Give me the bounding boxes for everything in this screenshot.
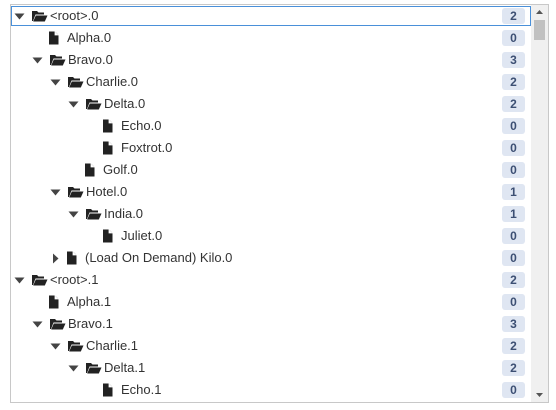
file-icon bbox=[100, 383, 117, 397]
tree-node[interactable]: India.0 1 bbox=[11, 203, 531, 225]
file-icon bbox=[100, 229, 117, 243]
tree-node-label[interactable]: Echo.0 bbox=[121, 118, 161, 134]
scrollbar-thumb[interactable] bbox=[534, 20, 545, 40]
child-count-badge: 3 bbox=[502, 316, 525, 332]
folder-open-icon bbox=[31, 9, 48, 23]
caret-down-icon[interactable] bbox=[50, 340, 61, 351]
tree-node-label[interactable]: India.0 bbox=[104, 206, 143, 222]
caret-down-icon[interactable] bbox=[50, 76, 61, 87]
child-count-badge: 1 bbox=[502, 206, 525, 222]
caret-down-icon[interactable] bbox=[14, 10, 25, 21]
file-icon bbox=[82, 163, 99, 177]
file-icon bbox=[46, 295, 63, 309]
caret-down-icon[interactable] bbox=[68, 98, 79, 109]
child-count-badge: 0 bbox=[502, 228, 525, 244]
child-count-badge: 2 bbox=[502, 360, 525, 376]
child-count-badge: 2 bbox=[502, 272, 525, 288]
tree-node-label[interactable]: Alpha.1 bbox=[67, 294, 111, 310]
child-count-badge: 0 bbox=[502, 140, 525, 156]
tree-node-label[interactable]: <root>.1 bbox=[50, 272, 98, 288]
tree-node-label[interactable]: Delta.0 bbox=[104, 96, 145, 112]
tree-node[interactable]: <root>.1 2 bbox=[11, 269, 531, 291]
tree-node[interactable]: (Load On Demand) Kilo.0 0 bbox=[11, 247, 531, 269]
file-icon bbox=[100, 119, 117, 133]
scroll-down-arrow-icon[interactable] bbox=[531, 388, 548, 402]
tree-node-label[interactable]: <root>.0 bbox=[50, 8, 98, 24]
child-count-badge: 2 bbox=[502, 96, 525, 112]
caret-down-icon[interactable] bbox=[50, 186, 61, 197]
caret-down-icon[interactable] bbox=[14, 274, 25, 285]
child-count-badge: 3 bbox=[502, 52, 525, 68]
tree-node-label[interactable]: (Load On Demand) Kilo.0 bbox=[85, 250, 232, 266]
vertical-scrollbar[interactable] bbox=[531, 5, 548, 402]
tree-node[interactable]: Echo.0 0 bbox=[11, 115, 531, 137]
tree-node-label[interactable]: Delta.1 bbox=[104, 360, 145, 376]
child-count-badge: 0 bbox=[502, 118, 525, 134]
tree-node[interactable]: Delta.1 2 bbox=[11, 357, 531, 379]
file-icon bbox=[64, 251, 81, 265]
tree-node-label[interactable]: Hotel.0 bbox=[86, 184, 127, 200]
child-count-badge: 1 bbox=[502, 184, 525, 200]
tree-node[interactable]: Bravo.0 3 bbox=[11, 49, 531, 71]
tree-node[interactable]: Charlie.1 2 bbox=[11, 335, 531, 357]
tree-node[interactable]: <root>.0 2 bbox=[11, 5, 531, 27]
child-count-badge: 2 bbox=[502, 338, 525, 354]
tree-node-label[interactable]: Golf.0 bbox=[103, 162, 138, 178]
folder-open-icon bbox=[49, 317, 66, 331]
tree-node[interactable]: Foxtrot.10 bbox=[11, 401, 531, 402]
tree-node[interactable]: Bravo.1 3 bbox=[11, 313, 531, 335]
child-count-badge: 0 bbox=[502, 30, 525, 46]
tree-node-label[interactable]: Foxtrot.0 bbox=[121, 140, 172, 156]
folder-open-icon bbox=[49, 53, 66, 67]
tree-node[interactable]: Echo.1 0 bbox=[11, 379, 531, 401]
child-count-badge: 2 bbox=[502, 8, 525, 24]
child-count-badge: 0 bbox=[502, 382, 525, 398]
tree-node-label[interactable]: Charlie.1 bbox=[86, 338, 138, 354]
tree-node-label[interactable]: Bravo.0 bbox=[68, 52, 113, 68]
caret-right-icon[interactable] bbox=[50, 252, 61, 264]
tree-node[interactable]: Alpha.1 0 bbox=[11, 291, 531, 313]
folder-open-icon bbox=[67, 185, 84, 199]
folder-open-icon bbox=[85, 361, 102, 375]
caret-down-icon[interactable] bbox=[68, 362, 79, 373]
caret-down-icon[interactable] bbox=[32, 54, 43, 65]
child-count-badge: 2 bbox=[502, 74, 525, 90]
folder-open-icon bbox=[67, 75, 84, 89]
folder-open-icon bbox=[31, 273, 48, 287]
caret-down-icon[interactable] bbox=[68, 208, 79, 219]
tree-node-label[interactable]: Charlie.0 bbox=[86, 74, 138, 90]
tree-node-label[interactable]: Juliet.0 bbox=[121, 228, 162, 244]
tree-node[interactable]: Delta.0 2 bbox=[11, 93, 531, 115]
scroll-up-arrow-icon[interactable] bbox=[531, 5, 548, 19]
folder-open-icon bbox=[85, 207, 102, 221]
tree-node[interactable]: Charlie.0 2 bbox=[11, 71, 531, 93]
tree-node[interactable]: Hotel.0 1 bbox=[11, 181, 531, 203]
tree-node[interactable]: Foxtrot.0 0 bbox=[11, 137, 531, 159]
folder-open-icon bbox=[67, 339, 84, 353]
child-count-badge: 0 bbox=[502, 294, 525, 310]
child-count-badge: 0 bbox=[502, 162, 525, 178]
folder-open-icon bbox=[85, 97, 102, 111]
tree-node[interactable]: Golf.0 0 bbox=[11, 159, 531, 181]
caret-down-icon[interactable] bbox=[32, 318, 43, 329]
tree-node[interactable]: Alpha.0 0 bbox=[11, 27, 531, 49]
child-count-badge: 0 bbox=[502, 250, 525, 266]
file-icon bbox=[100, 141, 117, 155]
tree-node-label[interactable]: Bravo.1 bbox=[68, 316, 113, 332]
tree-node-label[interactable]: Alpha.0 bbox=[67, 30, 111, 46]
file-icon bbox=[46, 31, 63, 45]
tree-node-label[interactable]: Echo.1 bbox=[121, 382, 161, 398]
tree-node[interactable]: Juliet.0 0 bbox=[11, 225, 531, 247]
tree-view[interactable]: <root>.0 2 Alpha.0 0 Bravo.0 3 Charlie.0 2 Delta… bbox=[10, 4, 549, 403]
